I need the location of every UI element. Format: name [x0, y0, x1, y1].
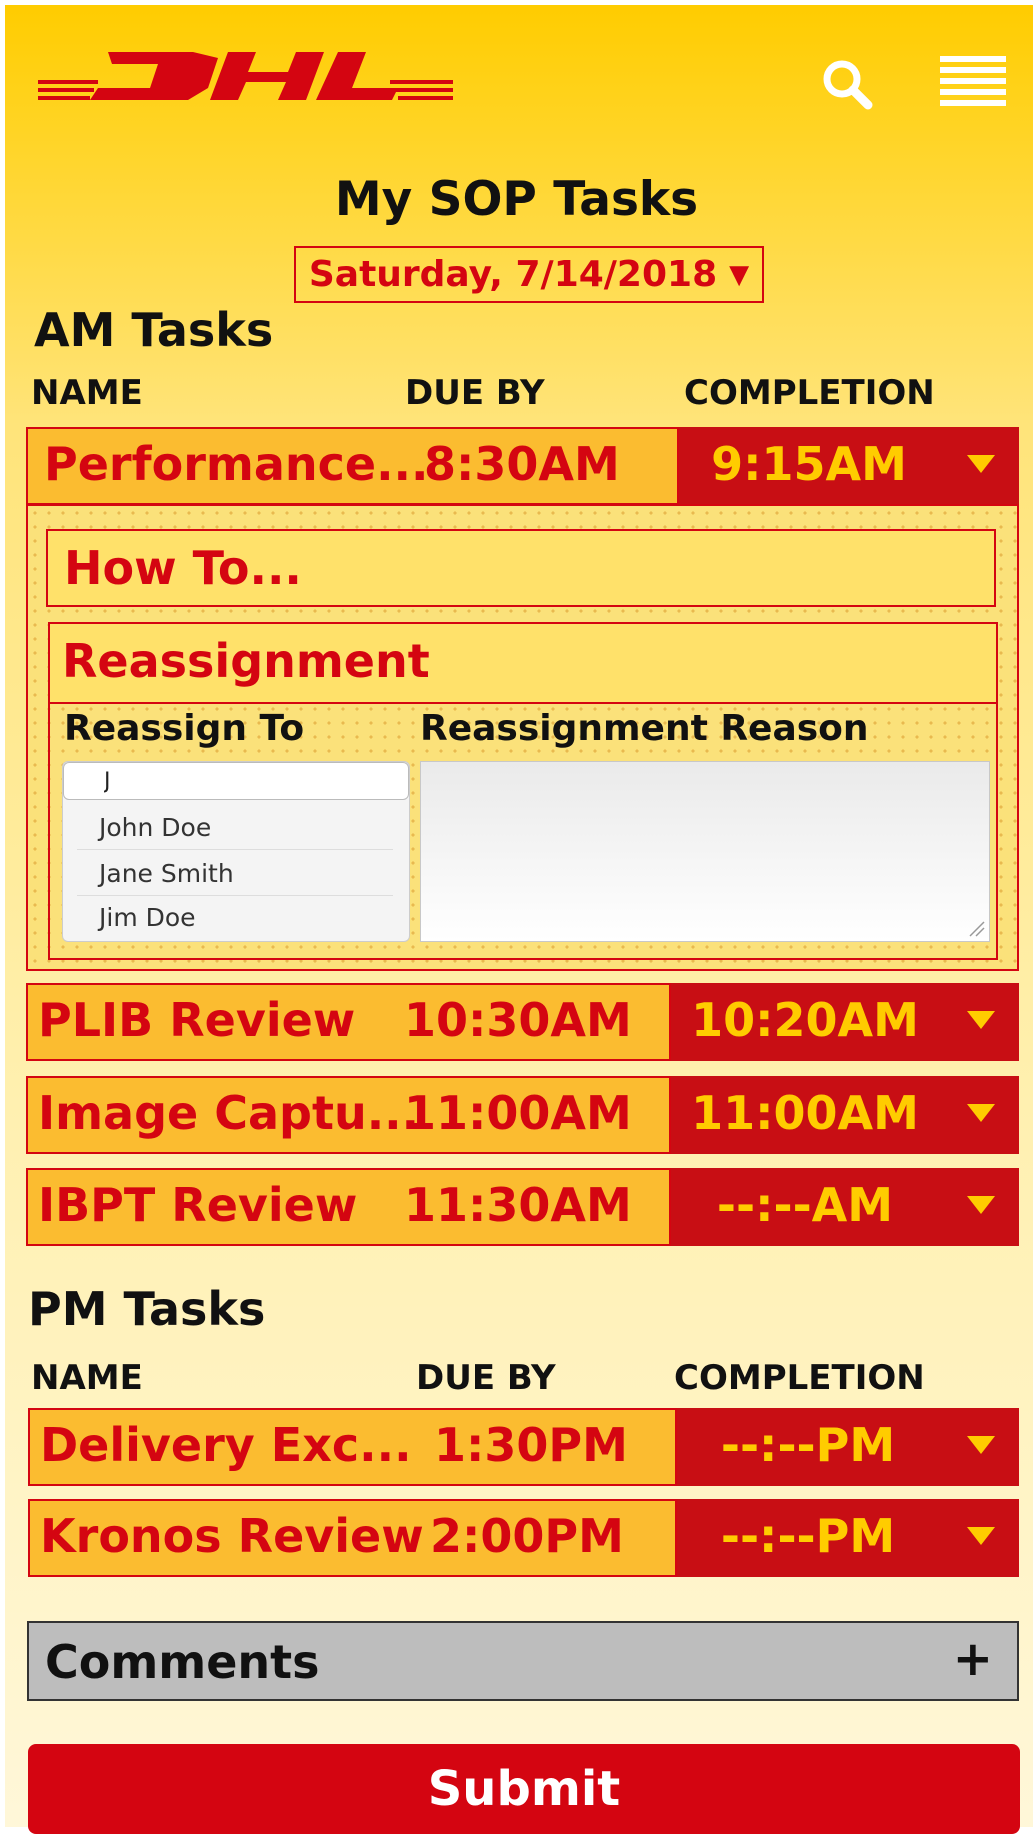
task-due: 1:30PM	[434, 1418, 628, 1472]
task-name: Delivery Exc...	[40, 1418, 412, 1472]
option-jane-smith[interactable]: Jane Smith	[77, 852, 393, 896]
dropdown-arrow-icon	[967, 455, 995, 473]
task-row-performance[interactable]: Performance... 8:30AM 9:15AM	[26, 427, 1019, 505]
task-row-ibpt-review[interactable]: IBPT Review 11:30AM --:--AM	[26, 1168, 1019, 1246]
task-due: 8:30AM	[424, 437, 620, 491]
task-due: 10:30AM	[404, 993, 632, 1047]
completion-value: 11:00AM	[691, 1086, 919, 1140]
dropdown-arrow-icon	[967, 1436, 995, 1454]
reassignment-reason-textarea[interactable]	[420, 761, 990, 942]
dropdown-arrow-icon	[967, 1011, 995, 1029]
col-header-due-by: DUE BY	[405, 373, 545, 413]
completion-select[interactable]: 9:15AM	[677, 427, 1019, 505]
task-row-delivery-exception[interactable]: Delivery Exc... 1:30PM --:--PM	[28, 1408, 1019, 1486]
reassign-to-label: Reassign To	[64, 708, 305, 749]
task-name: Kronos Review	[40, 1509, 424, 1563]
completion-select[interactable]: --:--PM	[675, 1499, 1019, 1577]
col-header-name: NAME	[31, 1358, 143, 1398]
col-header-completion: COMPLETION	[684, 373, 935, 413]
task-row-plib-review[interactable]: PLIB Review 10:30AM 10:20AM	[26, 983, 1019, 1061]
completion-select[interactable]: --:--AM	[669, 1168, 1019, 1246]
completion-value: --:--PM	[720, 1418, 896, 1472]
task-due: 11:00AM	[404, 1086, 632, 1140]
completion-value: 9:15AM	[711, 437, 907, 491]
task-name: Performance...	[44, 437, 429, 491]
reassign-to-input[interactable]	[63, 762, 409, 800]
date-picker[interactable]: Saturday, 7/14/2018 ▼	[294, 246, 764, 303]
completion-value: --:--AM	[716, 1178, 894, 1232]
task-due: 2:00PM	[430, 1509, 624, 1563]
dropdown-arrow-icon	[967, 1196, 995, 1214]
completion-select[interactable]: 10:20AM	[669, 983, 1019, 1061]
submit-button[interactable]: Submit	[28, 1744, 1020, 1834]
reassignment-title: Reassignment	[62, 634, 430, 688]
reassign-to-combobox: John Doe Jane Smith Jim Doe	[62, 761, 410, 942]
completion-value: --:--PM	[720, 1509, 896, 1563]
option-jim-doe[interactable]: Jim Doe	[77, 896, 393, 940]
task-row-kronos-review[interactable]: Kronos Review 2:00PM --:--PM	[28, 1499, 1019, 1577]
task-name: IBPT Review	[38, 1178, 358, 1232]
completion-select[interactable]: 11:00AM	[669, 1076, 1019, 1154]
dhl-logo	[38, 52, 453, 100]
reassignment-header: Reassignment	[50, 624, 996, 704]
task-name: PLIB Review	[38, 993, 356, 1047]
page-title: My SOP Tasks	[334, 172, 699, 227]
comments-label: Comments	[45, 1635, 320, 1689]
plus-icon: +	[952, 1631, 993, 1687]
task-name: Image Captu...	[38, 1086, 420, 1140]
how-to-button[interactable]: How To...	[46, 529, 996, 607]
option-john-doe[interactable]: John Doe	[77, 806, 393, 850]
comments-accordion[interactable]: Comments +	[27, 1621, 1019, 1701]
dropdown-arrow-icon	[967, 1104, 995, 1122]
pm-tasks-heading: PM Tasks	[28, 1282, 266, 1336]
completion-value: 10:20AM	[691, 993, 919, 1047]
task-row-image-capture[interactable]: Image Captu... 11:00AM 11:00AM	[26, 1076, 1019, 1154]
how-to-label: How To...	[64, 541, 302, 595]
date-value: Saturday, 7/14/2018	[308, 254, 718, 295]
col-header-name: NAME	[31, 373, 143, 413]
caret-down-icon: ▼	[729, 259, 750, 290]
reassignment-reason-label: Reassignment Reason	[420, 708, 869, 749]
hamburger-menu-icon[interactable]	[940, 56, 1006, 106]
col-header-completion: COMPLETION	[674, 1358, 925, 1398]
completion-select[interactable]: --:--PM	[675, 1408, 1019, 1486]
am-tasks-heading: AM Tasks	[34, 303, 274, 357]
task-due: 11:30AM	[404, 1178, 632, 1232]
resize-grip-icon[interactable]	[966, 918, 986, 938]
search-icon[interactable]	[818, 55, 878, 115]
dropdown-arrow-icon	[967, 1527, 995, 1545]
col-header-due-by: DUE BY	[416, 1358, 556, 1398]
